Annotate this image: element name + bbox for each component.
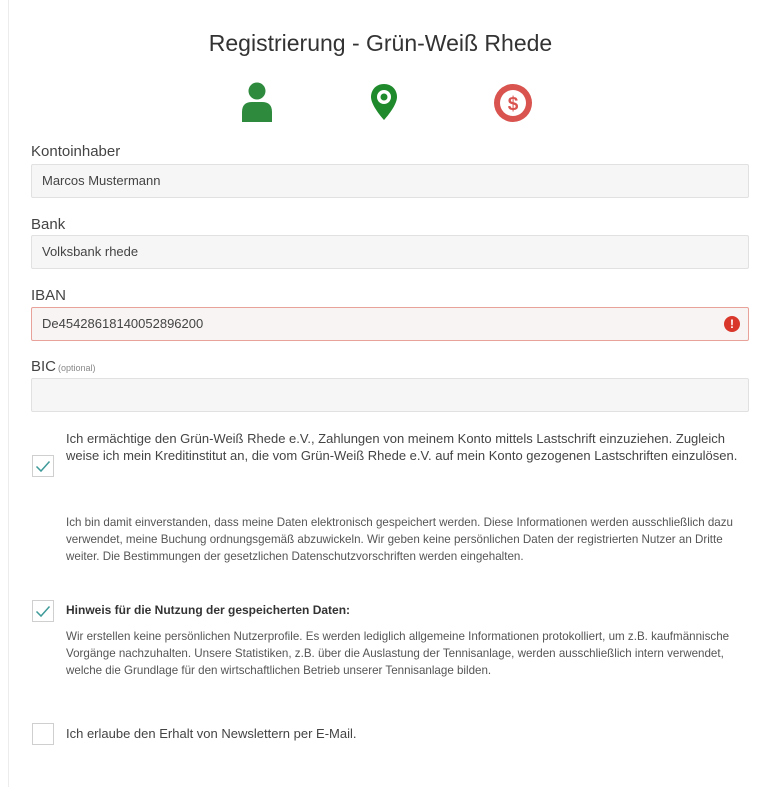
bic-input[interactable] — [31, 378, 749, 412]
iban-label: IBAN — [31, 287, 67, 304]
sepa-mandate-text: Ich ermächtige den Grün-Weiß Rhede e.V.,… — [66, 431, 738, 463]
bic-optional-hint: (optional) — [58, 363, 96, 373]
dollar-circle-icon: $ — [494, 84, 532, 122]
newsletter-text: Ich erlaube den Erhalt von Newslettern p… — [66, 726, 357, 741]
newsletter-checkbox[interactable] — [32, 723, 54, 745]
data-usage-heading: Hinweis für die Nutzung der gespeicherte… — [66, 603, 351, 617]
privacy-text: Ich bin damit einverstanden, dass meine … — [66, 516, 734, 563]
checkmark-icon — [35, 460, 51, 473]
step-payment[interactable]: $ — [492, 82, 534, 129]
bank-input[interactable]: Volksbank rhede — [31, 235, 749, 269]
page-title: Registrierung - Grün-Weiß Rhede — [208, 30, 553, 56]
account-holder-input[interactable]: Marcos Mustermann — [31, 164, 749, 198]
checkmark-icon — [35, 605, 51, 618]
sepa-mandate-checkbox[interactable] — [32, 455, 54, 477]
step-personal[interactable] — [240, 82, 274, 129]
error-icon: ! — [724, 316, 740, 332]
svg-text:$: $ — [508, 94, 519, 115]
progress-steps: $ — [0, 82, 761, 126]
data-usage-checkbox[interactable] — [32, 600, 54, 622]
iban-value: De45428618140052896200 — [42, 316, 204, 331]
iban-input[interactable]: De45428618140052896200 ! — [31, 307, 749, 341]
bic-label-text: BIC — [31, 358, 57, 375]
bic-label: BIC (optional) — [31, 358, 96, 375]
location-pin-icon — [371, 84, 397, 120]
account-holder-value: Marcos Mustermann — [42, 173, 161, 188]
account-holder-label: Kontoinhaber — [31, 143, 121, 160]
user-icon — [242, 82, 272, 122]
data-usage-text: Wir erstellen keine persönlichen Nutzerp… — [66, 630, 730, 677]
bank-value: Volksbank rhede — [42, 244, 139, 259]
step-address[interactable] — [369, 82, 399, 129]
bank-label: Bank — [31, 216, 66, 233]
